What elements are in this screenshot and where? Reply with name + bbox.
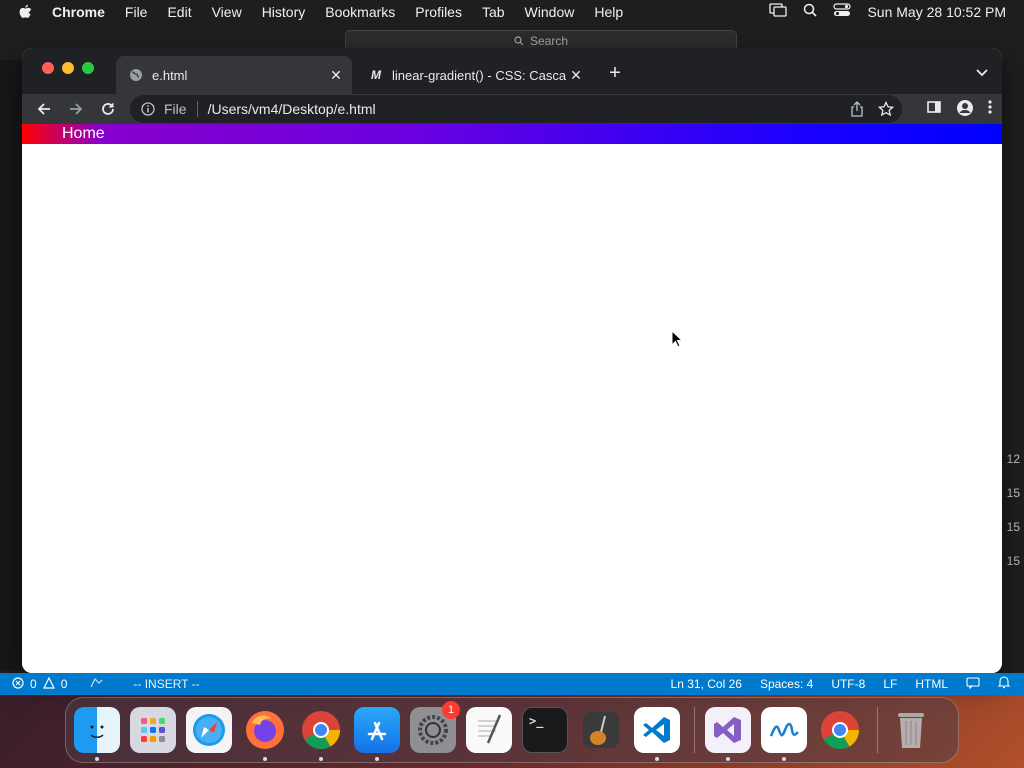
close-window-button[interactable] (42, 62, 54, 74)
menu-file[interactable]: File (125, 4, 148, 20)
editor-line-number: 15 (1006, 554, 1020, 568)
language-mode[interactable]: HTML (915, 677, 948, 691)
vscode-icon[interactable] (634, 707, 680, 761)
profile-avatar-icon[interactable] (956, 99, 974, 122)
control-center-icon[interactable] (833, 3, 852, 20)
tab-mdn-linear-gradient[interactable]: M linear-gradient() - CSS: Cascading Sty… (356, 56, 592, 94)
spotlight-search-icon[interactable] (803, 3, 818, 20)
menu-tab[interactable]: Tab (482, 4, 505, 20)
menu-history[interactable]: History (262, 4, 306, 20)
gradient-nav-bar: Home (22, 124, 1002, 144)
running-indicator (319, 757, 323, 761)
running-indicator (375, 757, 379, 761)
side-panel-icon[interactable] (926, 99, 942, 122)
garageband-icon[interactable] (578, 707, 624, 753)
menu-bookmarks[interactable]: Bookmarks (325, 4, 395, 20)
warning-icon[interactable] (42, 676, 55, 692)
tab-e-html[interactable]: e.html ✕ (116, 56, 352, 94)
dock-separator (877, 707, 878, 753)
firefox-icon[interactable] (242, 707, 288, 761)
apple-icon[interactable] (18, 4, 34, 20)
warning-count[interactable]: 0 (61, 677, 68, 691)
tab-search-chevron-icon[interactable] (976, 64, 988, 82)
file-encoding[interactable]: UTF-8 (831, 677, 865, 691)
minimize-window-button[interactable] (62, 62, 74, 74)
bookmark-star-icon[interactable] (877, 100, 895, 120)
menu-profiles[interactable]: Profiles (415, 4, 462, 20)
info-icon[interactable] (140, 101, 156, 117)
finder-icon[interactable] (74, 707, 120, 761)
address-bar[interactable]: File /Users/vm4/Desktop/e.html (130, 95, 902, 123)
address-scheme-label: File (164, 101, 187, 117)
remote-icon[interactable] (89, 677, 103, 692)
freeform-icon[interactable] (761, 707, 807, 761)
menu-view[interactable]: View (212, 4, 242, 20)
cursor-position[interactable]: Ln 31, Col 26 (671, 677, 742, 691)
mdn-icon: M (371, 68, 381, 82)
reload-icon[interactable] (98, 99, 118, 119)
safari-icon[interactable] (186, 707, 232, 753)
vim-mode-indicator: -- INSERT -- (133, 677, 200, 691)
launchpad-icon[interactable] (130, 707, 176, 753)
more-menu-icon[interactable] (988, 99, 992, 122)
tab-title: e.html (152, 67, 188, 83)
running-indicator (655, 757, 659, 761)
indentation-setting[interactable]: Spaces: 4 (760, 677, 813, 691)
notification-badge: 1 (442, 701, 460, 719)
dock-separator (694, 707, 695, 753)
notifications-bell-icon[interactable] (997, 676, 1011, 692)
running-indicator (95, 757, 99, 761)
home-link[interactable]: Home (62, 125, 105, 142)
editor-activity-bar (0, 60, 22, 670)
feedback-icon[interactable] (966, 676, 980, 692)
chrome-icon[interactable] (298, 707, 344, 761)
menu-clock[interactable]: Sun May 28 10:52 PM (867, 4, 1006, 20)
running-indicator (782, 757, 786, 761)
zoom-window-button[interactable] (82, 62, 94, 74)
globe-icon (128, 67, 144, 83)
screen-mirroring-icon[interactable] (769, 3, 788, 20)
menu-app-name[interactable]: Chrome (52, 4, 105, 20)
forward-arrow-icon[interactable] (66, 99, 86, 119)
tab-strip: e.html ✕ M linear-gradient() - CSS: Casc… (22, 48, 1002, 94)
error-count[interactable]: 0 (30, 677, 37, 691)
search-icon (514, 36, 524, 46)
page-content: Home (22, 124, 1002, 673)
visual-studio-icon[interactable] (705, 707, 751, 761)
editor-line-number: 12 (1006, 452, 1020, 466)
terminal-icon[interactable]: >_ (522, 707, 568, 753)
editor-status-bar: 0 0 -- INSERT -- Ln 31, Col 26 Spaces: 4… (0, 673, 1024, 695)
close-tab-icon[interactable]: ✕ (566, 65, 586, 85)
system-settings-icon[interactable]: 1 (410, 701, 460, 753)
menu-help[interactable]: Help (594, 4, 623, 20)
running-indicator (726, 757, 730, 761)
editor-line-number: 15 (1006, 486, 1020, 500)
editor-search-placeholder: Search (529, 34, 569, 48)
trash-icon[interactable] (888, 707, 934, 753)
menu-bar: Chrome File Edit View History Bookmarks … (0, 0, 1024, 23)
editor-line-number: 15 (1006, 520, 1020, 534)
mouse-pointer-icon (671, 329, 684, 353)
menu-window[interactable]: Window (525, 4, 575, 20)
window-controls (42, 62, 94, 74)
chrome-icon[interactable] (817, 707, 863, 753)
app-store-icon[interactable] (354, 707, 400, 761)
address-divider (196, 101, 198, 117)
tab-title: linear-gradient() - CSS: Cascading Style… (392, 67, 566, 83)
dock: 1 >_ (65, 697, 959, 763)
browser-toolbar: File /Users/vm4/Desktop/e.html (22, 94, 1002, 124)
share-icon[interactable] (850, 101, 864, 120)
menu-edit[interactable]: Edit (167, 4, 191, 20)
browser-window: e.html ✕ M linear-gradient() - CSS: Casc… (22, 48, 1002, 673)
address-url[interactable]: /Users/vm4/Desktop/e.html (208, 101, 376, 117)
close-tab-icon[interactable]: ✕ (326, 65, 346, 85)
back-arrow-icon[interactable] (34, 99, 54, 119)
line-ending[interactable]: LF (883, 677, 897, 691)
error-icon[interactable] (12, 676, 24, 692)
new-tab-button[interactable]: + (604, 62, 626, 84)
running-indicator (263, 757, 267, 761)
textedit-icon[interactable] (466, 707, 512, 753)
